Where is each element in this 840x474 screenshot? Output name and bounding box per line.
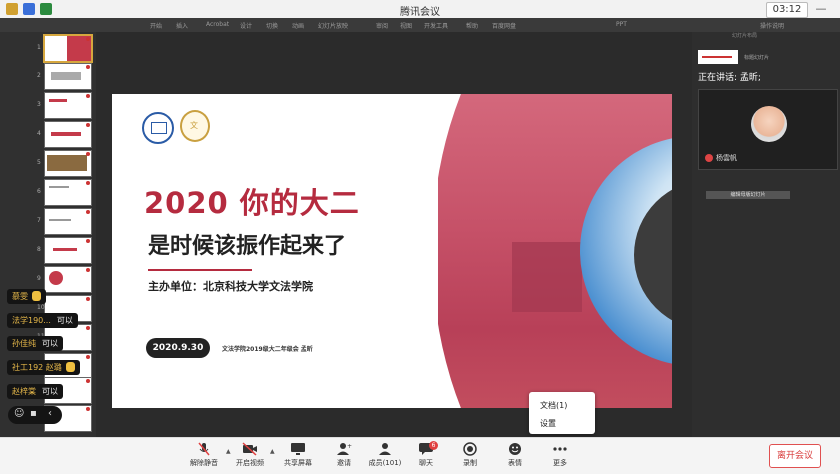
presentation-toolbar: 开始 插入 Acrobat 设计 切换 动画 幻灯片放映 审阅 视图 开发工具 … xyxy=(0,18,840,32)
chat-unread-badge: 6 xyxy=(429,441,438,450)
add-user-icon: + xyxy=(337,443,352,455)
layout-header: 幻灯片布局 xyxy=(732,33,758,39)
hand-icon xyxy=(65,362,75,372)
chat-message: 慕雯 xyxy=(7,289,46,304)
slide-host: 主办单位：北京科技大学文法学院 xyxy=(148,280,313,293)
ppt-menu-item[interactable]: 视图 xyxy=(400,21,412,30)
speaking-indicator: 正在讲话: 孟昕; xyxy=(698,73,761,83)
shared-slide: 文 2020 你的大二 是时候该振作起来了 主办单位：北京科技大学文法学院 20… xyxy=(112,94,672,408)
slide-title: 2020 你的大二 xyxy=(144,186,360,220)
slide-thumbnail[interactable]: 3 xyxy=(37,92,92,119)
ppt-menu-item[interactable]: 动画 xyxy=(292,21,304,30)
ppt-menu-item[interactable]: 操作说明 xyxy=(760,21,784,30)
chevron-up-icon[interactable]: ▲ xyxy=(270,448,275,455)
unmute-button[interactable]: 解除静音 xyxy=(182,442,226,472)
smile-icon xyxy=(509,443,521,455)
title-divider xyxy=(148,269,252,271)
building-image xyxy=(512,242,582,312)
share-screen-button[interactable]: 共享屏幕 xyxy=(276,442,320,472)
chat-message: 孙佳纯 可以 xyxy=(7,336,63,351)
slide-thumbnail[interactable]: 6 xyxy=(37,179,92,206)
start-video-button[interactable]: 开启视频 xyxy=(228,442,272,472)
emoji-button[interactable]: 表情 xyxy=(493,442,537,472)
layout-label: 标题幻灯片 xyxy=(744,55,770,61)
mic-muted-icon xyxy=(705,154,713,162)
meeting-toolbar: 解除静音 ▲ 开启视频 ▲ 共享屏幕 + 邀请 成员(101) 聊天 录制 表情… xyxy=(0,437,840,474)
slide-thumbnail[interactable]: 2 xyxy=(37,63,92,90)
slide-thumbnail[interactable]: 9 xyxy=(37,266,92,293)
slide-thumbnail[interactable]: 4 xyxy=(37,121,92,148)
chat-message: 赵梓棠 可以 xyxy=(7,384,63,399)
screen-share-icon xyxy=(291,443,305,455)
right-panel: 幻灯片布局 标题幻灯片 正在讲话: 孟昕; 杨雲帆 编辑母版幻灯片 xyxy=(692,32,840,437)
slide-thumbnail-panel: 1 2 3 4 5 6 7 8 9 10 11 12 13 14 xyxy=(0,32,96,437)
ppt-menu-item[interactable]: Acrobat xyxy=(206,21,229,28)
slide-info: 文法学院2019级大二年级会 孟昕 xyxy=(222,346,313,353)
ppt-menu-item[interactable]: 设计 xyxy=(240,21,252,30)
more-menu: 文档(1) 设置 xyxy=(529,392,595,434)
ppt-menu-item[interactable]: 百度网盘 xyxy=(492,21,516,30)
chat-button[interactable]: 聊天 xyxy=(404,442,448,472)
more-dots-icon xyxy=(553,447,567,451)
participant-video[interactable]: 杨雲帆 xyxy=(698,89,838,170)
ppt-menu-item[interactable]: 审阅 xyxy=(376,21,388,30)
chat-message: 法学190... 可以 xyxy=(7,313,78,328)
record-icon xyxy=(463,442,477,456)
invite-button[interactable]: + 邀请 xyxy=(322,442,366,472)
edit-master-button[interactable]: 编辑母版幻灯片 xyxy=(706,191,790,199)
ppt-menu-item[interactable]: PPT xyxy=(616,21,627,28)
slide-thumbnail[interactable]: 5 xyxy=(37,150,92,177)
ppt-menu-item[interactable]: 帮助 xyxy=(466,21,478,30)
window-title: 腾讯会议 xyxy=(400,7,440,18)
more-button[interactable]: 更多 xyxy=(538,442,582,472)
mic-off-icon xyxy=(198,442,210,456)
meeting-timer: 03:12 xyxy=(766,2,808,18)
members-icon xyxy=(379,443,391,455)
title-bar: 腾讯会议 03:12 — xyxy=(0,0,840,18)
university-logo xyxy=(142,112,174,144)
layout-thumbnail[interactable] xyxy=(698,50,738,64)
school-logo: 文 xyxy=(180,110,210,142)
slide-thumbnail[interactable]: 1 xyxy=(37,34,93,63)
menu-item-settings[interactable]: 设置 xyxy=(540,418,556,429)
chat-controls: ☺ ▪ ‹ xyxy=(8,406,62,424)
participant-avatar xyxy=(751,106,787,142)
leave-meeting-button[interactable]: 离开会议 xyxy=(769,444,821,468)
menu-item-documents[interactable]: 文档(1) xyxy=(540,400,567,411)
ppt-menu-item[interactable]: 幻灯片放映 xyxy=(318,21,348,30)
collapse-chevron-icon[interactable]: ‹ xyxy=(48,408,52,419)
ppt-menu-item[interactable]: 插入 xyxy=(176,21,188,30)
chat-bubble-icon[interactable]: ▪ xyxy=(30,408,37,419)
ppt-menu-item[interactable]: 开始 xyxy=(150,21,162,30)
members-button[interactable]: 成员(101) xyxy=(363,442,407,472)
svg-text:+: + xyxy=(347,443,352,450)
participant-name: 杨雲帆 xyxy=(705,153,737,163)
slide-date: 2020.9.30 xyxy=(146,338,210,358)
emoji-icon[interactable]: ☺ xyxy=(14,408,24,419)
slide-subtitle: 是时候该振作起来了 xyxy=(148,234,347,259)
ppt-menu-item[interactable]: 开发工具 xyxy=(424,21,448,30)
ppt-menu-item[interactable]: 切换 xyxy=(266,21,278,30)
slide-thumbnail[interactable]: 8 xyxy=(37,237,92,264)
camera-off-icon xyxy=(242,442,257,456)
slide-thumbnail[interactable]: 7 xyxy=(37,208,92,235)
record-button[interactable]: 录制 xyxy=(448,442,492,472)
chat-message: 社工192 赵璐 xyxy=(7,360,80,375)
hand-icon xyxy=(32,291,41,301)
minimize-icon[interactable]: — xyxy=(814,2,828,16)
